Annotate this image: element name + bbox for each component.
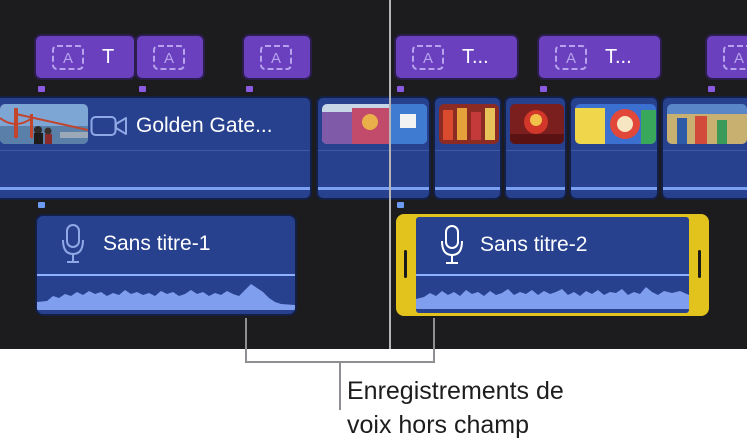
- callout-caption: Enregistrements de voix hors champ: [347, 374, 564, 442]
- callout-line-2: voix hors champ: [347, 411, 530, 439]
- callout-line-1: Enregistrements de: [347, 377, 564, 405]
